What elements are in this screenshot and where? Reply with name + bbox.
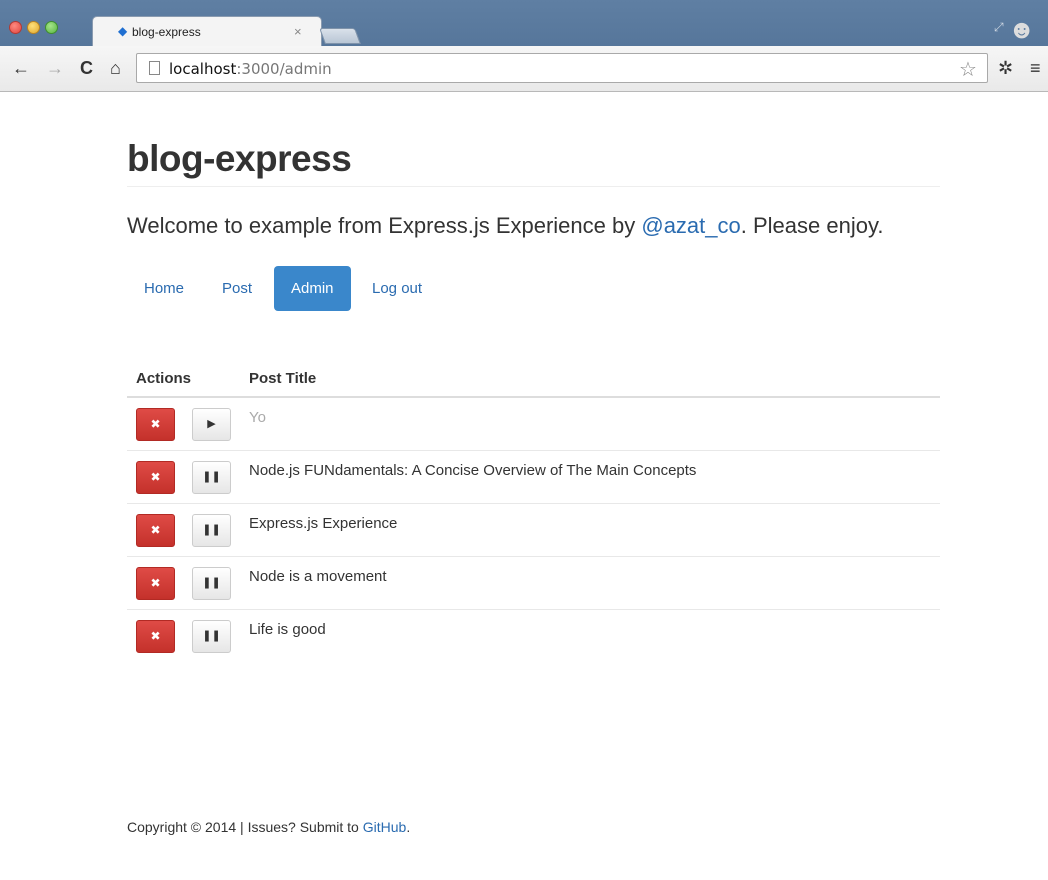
delete-button[interactable]: ✖ [136,620,175,653]
post-title: Node is a movement [249,568,387,585]
forward-arrow-icon[interactable]: → [46,58,64,78]
post-title: Node.js FUNdamentals: A Concise Overview… [249,462,697,479]
delete-button[interactable]: ✖ [136,567,175,600]
column-header-post-title: Post Title [249,370,317,387]
tab-title: blog-express [132,25,201,39]
nav-home[interactable]: Home [127,266,201,311]
delete-button[interactable]: ✖ [136,408,175,441]
page-icon [149,61,160,75]
bookmark-star-icon[interactable]: ☆ [959,57,977,82]
publish-button[interactable]: ▶ [192,408,231,441]
unpublish-button[interactable]: ❚❚ [192,620,231,653]
table-row: ✖ ❚❚ Express.js Experience [127,504,940,557]
url-host: localhost [169,60,237,78]
table-row: ✖ ▶ Yo [127,398,940,451]
browser-menu-icon[interactable]: ≡ [1030,58,1041,78]
nav-log-out[interactable]: Log out [355,266,439,311]
page-title: blog-express [127,138,352,179]
fullscreen-icon[interactable]: ⤢ [994,20,1004,35]
table-row: ✖ ❚❚ Node is a movement [127,557,940,610]
footer: Copyright © 2014 | Issues? Submit to Git… [127,819,410,835]
tab-strip: ◆ blog-express × ⤢ ☻ [0,0,1048,46]
table-row: ✖ ❚❚ Life is good [127,610,940,663]
extension-gear-icon[interactable]: ✲ [998,58,1013,78]
new-tab-button[interactable] [319,28,361,44]
footer-text: Copyright © 2014 | Issues? Submit to [127,819,363,835]
post-title: Express.js Experience [249,515,398,532]
table-row: ✖ ❚❚ Node.js FUNdamentals: A Concise Ove… [127,451,940,504]
minimize-window-button[interactable] [27,21,40,34]
nav-admin[interactable]: Admin [274,266,351,311]
unpublish-button[interactable]: ❚❚ [192,514,231,547]
browser-chrome: ◆ blog-express × ⤢ ☻ ← → C ⌂ localhost:3… [0,0,1048,92]
close-window-button[interactable] [9,21,22,34]
footer-period: . [406,819,411,835]
nav-post[interactable]: Post [205,266,269,311]
browser-toolbar: ← → C ⌂ localhost:3000/admin ☆ ✲ ≡ [0,46,1048,92]
address-bar[interactable]: localhost:3000/admin ☆ [136,53,988,83]
post-title: Yo [249,409,266,426]
github-link[interactable]: GitHub [363,819,407,835]
column-header-actions: Actions [136,370,192,387]
welcome-text: Welcome to example from Express.js Exper… [127,213,883,239]
welcome-suffix: . Please enjoy. [740,213,884,238]
url-path: :3000/admin [236,60,332,78]
favicon-icon: ◆ [118,24,128,38]
unpublish-button[interactable]: ❚❚ [192,567,231,600]
unpublish-button[interactable]: ❚❚ [192,461,231,494]
home-icon[interactable]: ⌂ [110,58,121,78]
welcome-prefix: Welcome to example from Express.js Exper… [127,213,642,238]
back-arrow-icon[interactable]: ← [12,58,30,78]
tab-close-icon[interactable]: × [294,24,302,39]
url-text: localhost:3000/admin [169,60,332,78]
title-divider [127,186,940,187]
delete-button[interactable]: ✖ [136,461,175,494]
delete-button[interactable]: ✖ [136,514,175,547]
incognito-icon: ☻ [1008,14,1036,44]
post-title: Life is good [249,621,326,638]
reload-icon[interactable]: C [80,58,93,78]
zoom-window-button[interactable] [45,21,58,34]
author-link[interactable]: @azat_co [641,213,740,238]
